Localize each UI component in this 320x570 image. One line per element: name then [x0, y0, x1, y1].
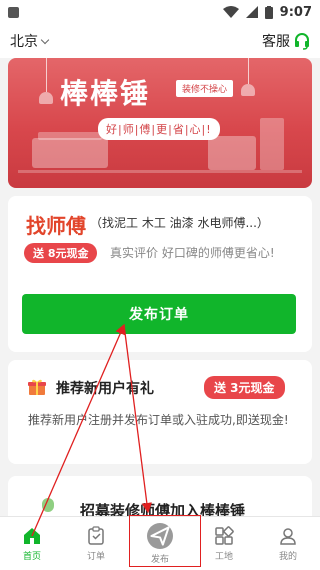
chevron-down-icon: [40, 35, 50, 44]
customer-service-button[interactable]: 客服: [262, 31, 310, 51]
notification-icon: [8, 6, 19, 18]
referral-title: 推荐新用户有礼: [56, 381, 154, 397]
grid-icon: [215, 525, 234, 545]
tab-home[interactable]: 首页: [0, 517, 64, 570]
customer-service-label: 客服: [262, 34, 290, 50]
headset-icon: [295, 33, 309, 50]
city-selector[interactable]: 北京: [10, 31, 50, 51]
order-icon: [88, 525, 104, 545]
find-worker-title: 找师傅: [26, 214, 86, 238]
tab-orders-label: 订单: [86, 551, 105, 562]
find-worker-description: 真实评价 好口碑的师傅更省心!: [110, 246, 275, 260]
user-icon: [280, 527, 296, 545]
tab-site-label: 工地: [214, 551, 233, 562]
cash-reward-badge: 送 8元现金: [24, 243, 98, 263]
bottom-tab-bar: 首页 订单 发布 工地 我的: [0, 516, 320, 570]
tab-home-label: 首页: [22, 551, 41, 562]
find-worker-card: 找师傅 （找泥工 木工 油漆 水电师傅...） 送 8元现金 真实评价 好口碑的…: [8, 196, 312, 352]
home-icon: [24, 527, 40, 544]
tab-publish-label: 发布: [150, 554, 169, 565]
clock-time: 9:07: [279, 4, 312, 20]
send-icon: [147, 522, 173, 549]
city-label: 北京: [10, 34, 38, 50]
furniture-illustration: [18, 118, 302, 173]
tab-orders[interactable]: 订单: [64, 517, 128, 570]
signal-icon: [245, 6, 258, 18]
tab-profile[interactable]: 我的: [256, 517, 320, 570]
tab-site[interactable]: 工地: [192, 517, 256, 570]
referral-reward-badge: 送 3元现金: [204, 376, 285, 399]
promo-banner[interactable]: 棒棒锤 装修不操心 好|师|傅|更|省|心|!: [8, 58, 312, 188]
referral-description: 推荐新用户注册并发布订单或入驻成功,即送现金!: [28, 413, 289, 427]
leaf-icon: [42, 498, 54, 512]
top-header: 北京 客服: [0, 24, 320, 58]
referral-card[interactable]: 推荐新用户有礼 送 3元现金 推荐新用户注册并发布订单或入驻成功,即送现金!: [8, 360, 312, 464]
tab-profile-label: 我的: [278, 551, 297, 562]
gift-icon: [28, 379, 46, 395]
find-worker-subtitle: （找泥工 木工 油漆 水电师傅...）: [90, 216, 269, 230]
battery-icon: [264, 5, 273, 19]
wifi-icon: [222, 6, 239, 18]
tab-publish[interactable]: 发布: [128, 517, 192, 570]
publish-order-button[interactable]: 发布订单: [22, 294, 296, 334]
status-bar: 9:07: [0, 0, 320, 24]
